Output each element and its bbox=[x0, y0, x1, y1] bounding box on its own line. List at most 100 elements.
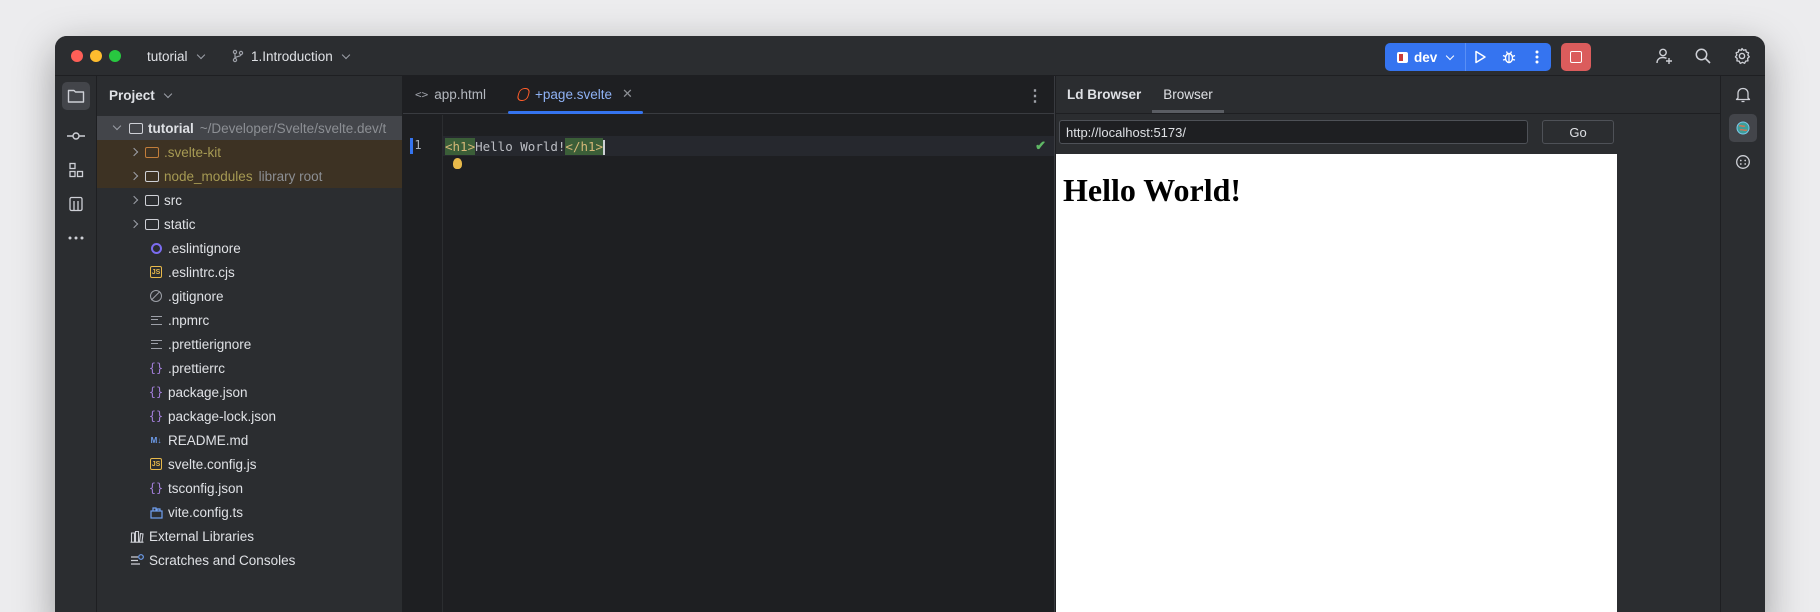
tree-item-label: package.json bbox=[168, 384, 248, 400]
project-switcher[interactable]: tutorial bbox=[147, 36, 205, 76]
tree-item-scratches[interactable]: Scratches and Consoles bbox=[97, 548, 402, 572]
stop-icon bbox=[1570, 51, 1582, 63]
tree-item-static[interactable]: static bbox=[97, 212, 402, 236]
pull-requests-tool-button[interactable] bbox=[62, 190, 90, 218]
structure-tool-button[interactable] bbox=[62, 156, 90, 184]
close-tab-icon[interactable]: ✕ bbox=[622, 86, 633, 102]
tree-item-label: .prettierignore bbox=[168, 336, 252, 352]
bell-icon bbox=[1735, 87, 1751, 102]
json-file-icon: {} bbox=[148, 385, 164, 399]
browser-panel: Ld Browser Browser Go Hello World! bbox=[1056, 76, 1720, 612]
more-tools-button[interactable] bbox=[62, 224, 90, 252]
pull-request-icon bbox=[69, 196, 83, 212]
more-horizontal-icon bbox=[68, 236, 84, 240]
more-actions-button[interactable] bbox=[1523, 43, 1551, 71]
ai-assistant-button[interactable] bbox=[1729, 148, 1757, 176]
tree-item-label: .prettierrc bbox=[168, 360, 226, 376]
tree-item-node-modules[interactable]: node_modules library root bbox=[97, 164, 402, 188]
chevron-down-icon bbox=[341, 50, 351, 59]
tree-item-label: vite.config.ts bbox=[168, 504, 244, 520]
go-button[interactable]: Go bbox=[1542, 120, 1614, 144]
address-bar: Go bbox=[1056, 114, 1720, 150]
globe-browser-icon bbox=[1736, 121, 1750, 135]
tree-item-label: static bbox=[164, 216, 196, 232]
code-text: Hello World! bbox=[475, 139, 566, 154]
editor-gutter bbox=[403, 115, 443, 612]
tree-item-npmrc[interactable]: .npmrc bbox=[97, 308, 402, 332]
assistant-face-icon bbox=[1736, 155, 1750, 169]
tree-item-label: .npmrc bbox=[168, 312, 210, 328]
tab-browser[interactable]: Browser bbox=[1152, 76, 1224, 113]
tab-actions-kebab-icon[interactable]: ⋮ bbox=[1027, 86, 1043, 106]
collapse-arrow-icon bbox=[129, 219, 139, 229]
tree-item-tsconfig[interactable]: {} tsconfig.json bbox=[97, 476, 402, 500]
tree-item-label: node_modules bbox=[164, 168, 253, 184]
collapse-arrow-icon bbox=[129, 195, 139, 205]
text-file-icon bbox=[149, 337, 163, 351]
tree-item-svelte-config[interactable]: JS svelte.config.js bbox=[97, 452, 402, 476]
tree-item-label: tutorial bbox=[148, 120, 194, 136]
commit-icon bbox=[67, 132, 85, 140]
npm-config-icon bbox=[1397, 51, 1408, 63]
tree-item-root[interactable]: tutorial ~/Developer/Svelte/svelte.dev/t bbox=[97, 116, 402, 140]
no-problems-check-icon[interactable]: ✔ bbox=[1035, 138, 1046, 154]
commit-tool-button[interactable] bbox=[62, 122, 90, 150]
tree-item-eslintrc[interactable]: JS .eslintrc.cjs bbox=[97, 260, 402, 284]
folder-icon bbox=[145, 146, 159, 158]
svelte-file-icon bbox=[516, 87, 531, 101]
tree-item-gitignore[interactable]: .gitignore bbox=[97, 284, 402, 308]
ld-browser-tool-button[interactable] bbox=[1729, 114, 1757, 142]
minimize-window-button[interactable] bbox=[90, 50, 102, 62]
close-window-button[interactable] bbox=[71, 50, 83, 62]
browser-panel-tabs: Ld Browser Browser bbox=[1056, 76, 1720, 114]
browser-viewport[interactable]: Hello World! bbox=[1056, 154, 1617, 612]
javascript-file-icon: JS bbox=[149, 265, 163, 279]
project-panel: Project tutorial ~/Developer/Svelte/svel… bbox=[97, 76, 403, 612]
chevron-down-icon bbox=[196, 50, 205, 59]
kebab-icon bbox=[1535, 50, 1539, 64]
left-tool-window-bar bbox=[55, 76, 97, 612]
run-configuration-selector[interactable]: dev bbox=[1385, 43, 1467, 71]
libraries-icon bbox=[130, 529, 144, 543]
tree-item-package-lock[interactable]: {} package-lock.json bbox=[97, 404, 402, 428]
tree-item-prettierrc[interactable]: {} .prettierrc bbox=[97, 356, 402, 380]
run-button[interactable] bbox=[1466, 43, 1494, 71]
tree-item-eslintignore[interactable]: .eslintignore bbox=[97, 236, 402, 260]
folder-icon bbox=[145, 218, 159, 230]
code-line[interactable]: <h1>Hello World!</h1> bbox=[445, 138, 605, 155]
add-user-icon bbox=[1656, 48, 1672, 64]
tree-item-prettierignore[interactable]: .prettierignore bbox=[97, 332, 402, 356]
play-icon bbox=[1475, 50, 1486, 64]
search-button[interactable] bbox=[1693, 46, 1713, 66]
ignore-file-icon bbox=[149, 289, 163, 303]
lightbulb-icon[interactable] bbox=[453, 158, 462, 169]
tab-app-html[interactable]: <> app.html bbox=[405, 75, 496, 113]
tab-page-svelte[interactable]: +page.svelte ✕ bbox=[508, 75, 643, 114]
tree-item-vite-config[interactable]: vite.config.ts bbox=[97, 500, 402, 524]
search-icon bbox=[1695, 48, 1711, 64]
tree-item-hint: ~/Developer/Svelte/svelte.dev/t bbox=[199, 120, 387, 136]
code-close-tag: </h1> bbox=[565, 138, 604, 155]
branch-switcher[interactable]: 1.Introduction bbox=[231, 36, 351, 76]
tree-item-external-libraries[interactable]: External Libraries bbox=[97, 524, 402, 548]
tree-item-package-json[interactable]: {} package.json bbox=[97, 380, 402, 404]
url-input[interactable] bbox=[1059, 120, 1528, 144]
run-config-name: dev bbox=[1414, 49, 1438, 65]
tree-item-label: Scratches and Consoles bbox=[149, 552, 296, 568]
zoom-window-button[interactable] bbox=[109, 50, 121, 62]
vite-config-icon bbox=[149, 505, 163, 519]
project-tool-button[interactable] bbox=[62, 82, 90, 110]
tree-item-src[interactable]: src bbox=[97, 188, 402, 212]
debug-button[interactable] bbox=[1494, 43, 1522, 71]
tree-item-svelte-kit[interactable]: .svelte-kit bbox=[97, 140, 402, 164]
stop-button[interactable] bbox=[1561, 43, 1591, 71]
folder-icon bbox=[129, 122, 143, 134]
notifications-button[interactable] bbox=[1729, 80, 1757, 108]
settings-button[interactable] bbox=[1732, 46, 1752, 66]
title-bar: tutorial 1.Introduction dev bbox=[55, 36, 1765, 76]
tree-item-readme[interactable]: M↓ README.md bbox=[97, 428, 402, 452]
ide-window: tutorial 1.Introduction dev Project tuto… bbox=[55, 36, 1765, 612]
project-panel-header[interactable]: Project bbox=[97, 76, 402, 114]
add-user-button[interactable] bbox=[1654, 46, 1674, 66]
tree-item-label: README.md bbox=[168, 432, 249, 448]
